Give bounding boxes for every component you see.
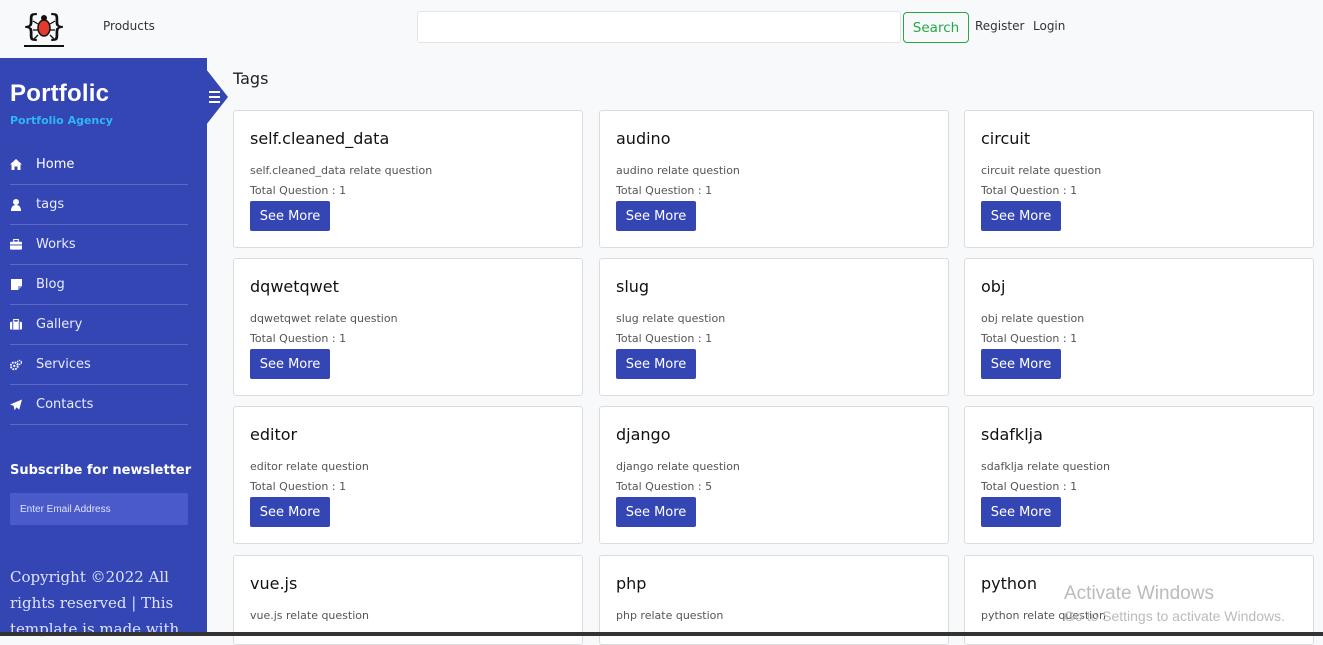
tag-question-count: Total Question : 1	[616, 332, 713, 345]
copyright-text: Copyright ©2022 All rights reserved | Th…	[10, 568, 180, 638]
tag-question-count: Total Question : 1	[981, 184, 1078, 197]
bug-logo-icon[interactable]: { }	[22, 6, 66, 48]
see-more-button[interactable]: See More	[250, 201, 330, 231]
tag-question-count: Total Question : 1	[250, 184, 347, 197]
tag-description: django relate question	[616, 460, 740, 473]
page-title: Tags	[233, 69, 269, 88]
tag-title: php	[616, 574, 647, 593]
sidebar-item-label: Services	[36, 357, 91, 372]
tag-description: vue.js relate question	[250, 609, 369, 622]
tag-question-count: Total Question : 1	[616, 184, 713, 197]
see-more-button[interactable]: See More	[616, 497, 696, 527]
see-more-button[interactable]: See More	[616, 201, 696, 231]
tag-title: circuit	[981, 129, 1031, 148]
tag-question-count: Total Question : 5	[616, 480, 713, 493]
see-more-button[interactable]: See More	[616, 349, 696, 379]
tag-card: editor editor relate question Total Ques…	[233, 406, 583, 544]
tag-description: self.cleaned_data relate question	[250, 164, 433, 177]
search-input[interactable]	[417, 11, 901, 43]
sidebar-item-gallery[interactable]: Gallery	[10, 305, 188, 345]
tag-description: circuit relate question	[981, 164, 1102, 177]
sidebar-item-home[interactable]: Home	[10, 145, 188, 185]
tag-description: dqwetqwet relate question	[250, 312, 398, 325]
svg-text:}: }	[48, 9, 66, 44]
tag-description: php relate question	[616, 609, 724, 622]
briefcase-icon	[10, 239, 22, 251]
tag-card: sdafklja sdafklja relate question Total …	[964, 406, 1314, 544]
hamburger-icon[interactable]	[209, 91, 220, 103]
horizontal-scrollbar[interactable]	[0, 632, 1323, 636]
tag-card: self.cleaned_data self.cleaned_data rela…	[233, 110, 583, 248]
tag-description: slug relate question	[616, 312, 726, 325]
paper-plane-icon	[10, 398, 22, 411]
search-button[interactable]: Search	[903, 12, 969, 43]
home-icon	[10, 159, 22, 171]
tag-title: django	[616, 425, 671, 444]
tag-title: obj	[981, 277, 1006, 296]
sidebar-item-tags[interactable]: tags	[10, 185, 188, 225]
tag-card: slug slug relate question Total Question…	[599, 258, 949, 396]
sidebar-brand[interactable]: Portfolic	[10, 80, 109, 108]
tag-description: audino relate question	[616, 164, 740, 177]
see-more-button[interactable]: See More	[250, 497, 330, 527]
tag-card: dqwetqwet dqwetqwet relate question Tota…	[233, 258, 583, 396]
tag-description: editor relate question	[250, 460, 369, 473]
see-more-button[interactable]: See More	[981, 349, 1061, 379]
see-more-button[interactable]: See More	[250, 349, 330, 379]
nav-register-link[interactable]: Register	[975, 19, 1024, 33]
tag-question-count: Total Question : 1	[981, 480, 1078, 493]
tag-title: slug	[616, 277, 650, 296]
sidebar-item-services[interactable]: Services	[10, 345, 188, 385]
activate-windows-watermark-title: Activate Windows	[1064, 583, 1214, 604]
tag-card: circuit circuit relate question Total Qu…	[964, 110, 1314, 248]
sidebar-brand-subtitle: Portfolio Agency	[10, 114, 113, 127]
tag-question-count: Total Question : 1	[981, 332, 1078, 345]
sticky-note-icon	[10, 279, 22, 291]
tag-question-count: Total Question : 1	[250, 332, 347, 345]
tag-card: audino audino relate question Total Ques…	[599, 110, 949, 248]
tag-title: dqwetqwet	[250, 277, 339, 296]
sidebar-item-label: Gallery	[36, 317, 83, 332]
sidebar-item-works[interactable]: Works	[10, 225, 188, 265]
tag-title: sdafklja	[981, 425, 1043, 444]
tag-description: obj relate question	[981, 312, 1085, 325]
newsletter-title: Subscribe for newsletter	[10, 463, 192, 478]
suitcase-icon	[10, 319, 22, 331]
tag-title: self.cleaned_data	[250, 129, 390, 148]
tag-card: obj obj relate question Total Question :…	[964, 258, 1314, 396]
see-more-button[interactable]: See More	[981, 201, 1061, 231]
sidebar-item-label: Home	[36, 157, 75, 172]
sidebar-item-label: Contacts	[36, 397, 94, 412]
tag-description: sdafklja relate question	[981, 460, 1110, 473]
tag-title: vue.js	[250, 574, 298, 593]
nav-products-link[interactable]: Products	[103, 19, 155, 33]
sidebar-item-contacts[interactable]: Contacts	[10, 385, 188, 425]
tag-title: python	[981, 574, 1037, 593]
sidebar-item-blog[interactable]: Blog	[10, 265, 188, 305]
sidebar-item-label: Works	[36, 237, 76, 252]
gears-icon	[10, 359, 22, 371]
sidebar-menu: Home tags Works Blog Gallery Services Co…	[10, 145, 188, 425]
tag-title: editor	[250, 425, 298, 444]
newsletter-email-input[interactable]	[10, 493, 188, 525]
sidebar-item-label: tags	[36, 197, 65, 212]
nav-login-link[interactable]: Login	[1033, 19, 1065, 33]
user-icon	[10, 198, 22, 211]
activate-windows-watermark-text: Go to Settings to activate Windows.	[1064, 608, 1285, 624]
tag-question-count: Total Question : 1	[250, 480, 347, 493]
tag-title: audino	[616, 129, 671, 148]
tag-card: django django relate question Total Ques…	[599, 406, 949, 544]
top-navbar: { } Products Search Register Login	[0, 0, 1323, 58]
sidebar-item-label: Blog	[36, 277, 65, 292]
see-more-button[interactable]: See More	[981, 497, 1061, 527]
